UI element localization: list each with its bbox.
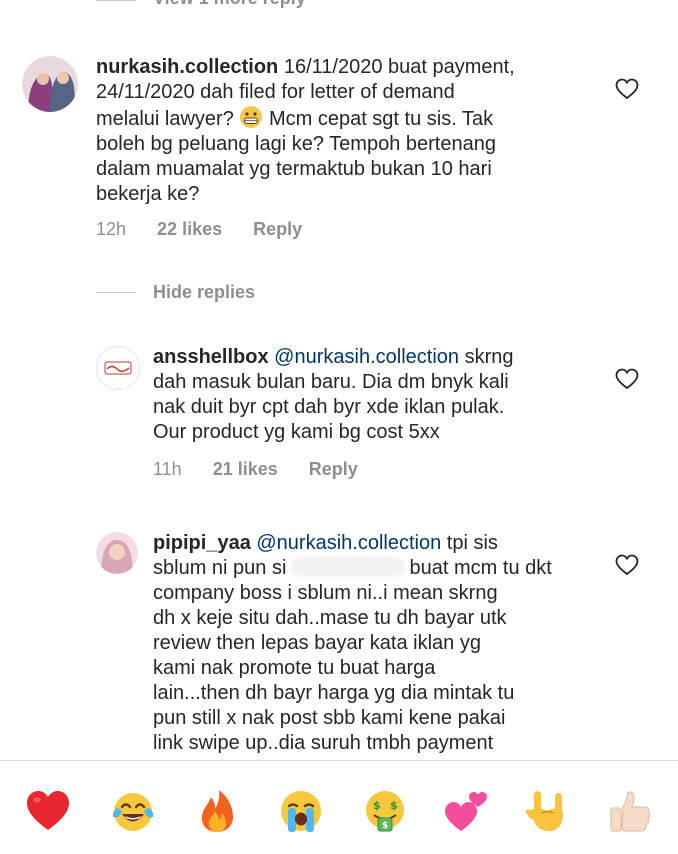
view-more-replies-link[interactable]: View 1 more reply	[153, 0, 306, 9]
tears-of-joy-emoji-icon[interactable]	[109, 787, 157, 835]
emoji-reaction-bar	[0, 760, 678, 854]
comment-time: 12h	[96, 219, 127, 239]
redacted-name	[291, 557, 404, 577]
money-mouth-emoji-icon[interactable]: $ $ $	[361, 787, 409, 835]
reply-meta: 11h 21 likes Reply	[153, 459, 358, 480]
avatar[interactable]	[96, 532, 138, 574]
grimacing-face-icon	[240, 106, 263, 128]
like-heart-icon[interactable]	[615, 368, 639, 390]
like-heart-icon[interactable]	[615, 554, 639, 576]
comment-meta: 12h 22 likes Reply	[96, 219, 302, 240]
reply-body: pipipi_yaa @nurkasih.collection tpi sis …	[153, 532, 552, 754]
reply-username[interactable]: pipipi_yaa	[153, 532, 251, 554]
comment-likes[interactable]: 22 likes	[157, 219, 222, 240]
mention-link[interactable]: @nurkasih.collection	[256, 532, 441, 554]
reply-body: ansshellbox @nurkasih.collection skrng d…	[153, 346, 514, 443]
loudly-crying-emoji-icon[interactable]	[277, 787, 325, 835]
reply-button[interactable]: Reply	[309, 459, 358, 480]
comment-body: nurkasih.collection 16/11/2020 buat paym…	[96, 56, 515, 205]
svg-text:$: $	[390, 799, 398, 812]
mention-link[interactable]: @nurkasih.collection	[274, 346, 459, 368]
two-hearts-emoji-icon[interactable]	[442, 787, 490, 835]
love-you-gesture-emoji-icon[interactable]	[523, 787, 571, 835]
comment-username[interactable]: nurkasih.collection	[96, 56, 278, 78]
reply-username[interactable]: ansshellbox	[153, 346, 269, 368]
avatar-photo	[22, 56, 78, 112]
hide-replies-line	[96, 292, 136, 293]
view-replies-line	[96, 0, 136, 1]
hide-replies-button[interactable]: Hide replies	[153, 282, 255, 303]
reply-likes[interactable]: 21 likes	[213, 459, 278, 480]
heart-emoji-icon[interactable]	[24, 787, 72, 835]
like-heart-icon[interactable]	[615, 78, 639, 100]
reply-time: 11h	[153, 459, 182, 479]
avatar-photo	[96, 532, 138, 574]
ansshellbox-logo-icon	[98, 348, 138, 388]
thumbs-up-emoji-icon[interactable]	[605, 787, 653, 835]
avatar[interactable]	[96, 346, 140, 390]
svg-text:$: $	[382, 821, 388, 831]
fire-emoji-icon[interactable]	[193, 787, 241, 835]
svg-text:$: $	[373, 799, 381, 812]
reply-button[interactable]: Reply	[253, 219, 302, 240]
avatar[interactable]	[22, 56, 78, 112]
